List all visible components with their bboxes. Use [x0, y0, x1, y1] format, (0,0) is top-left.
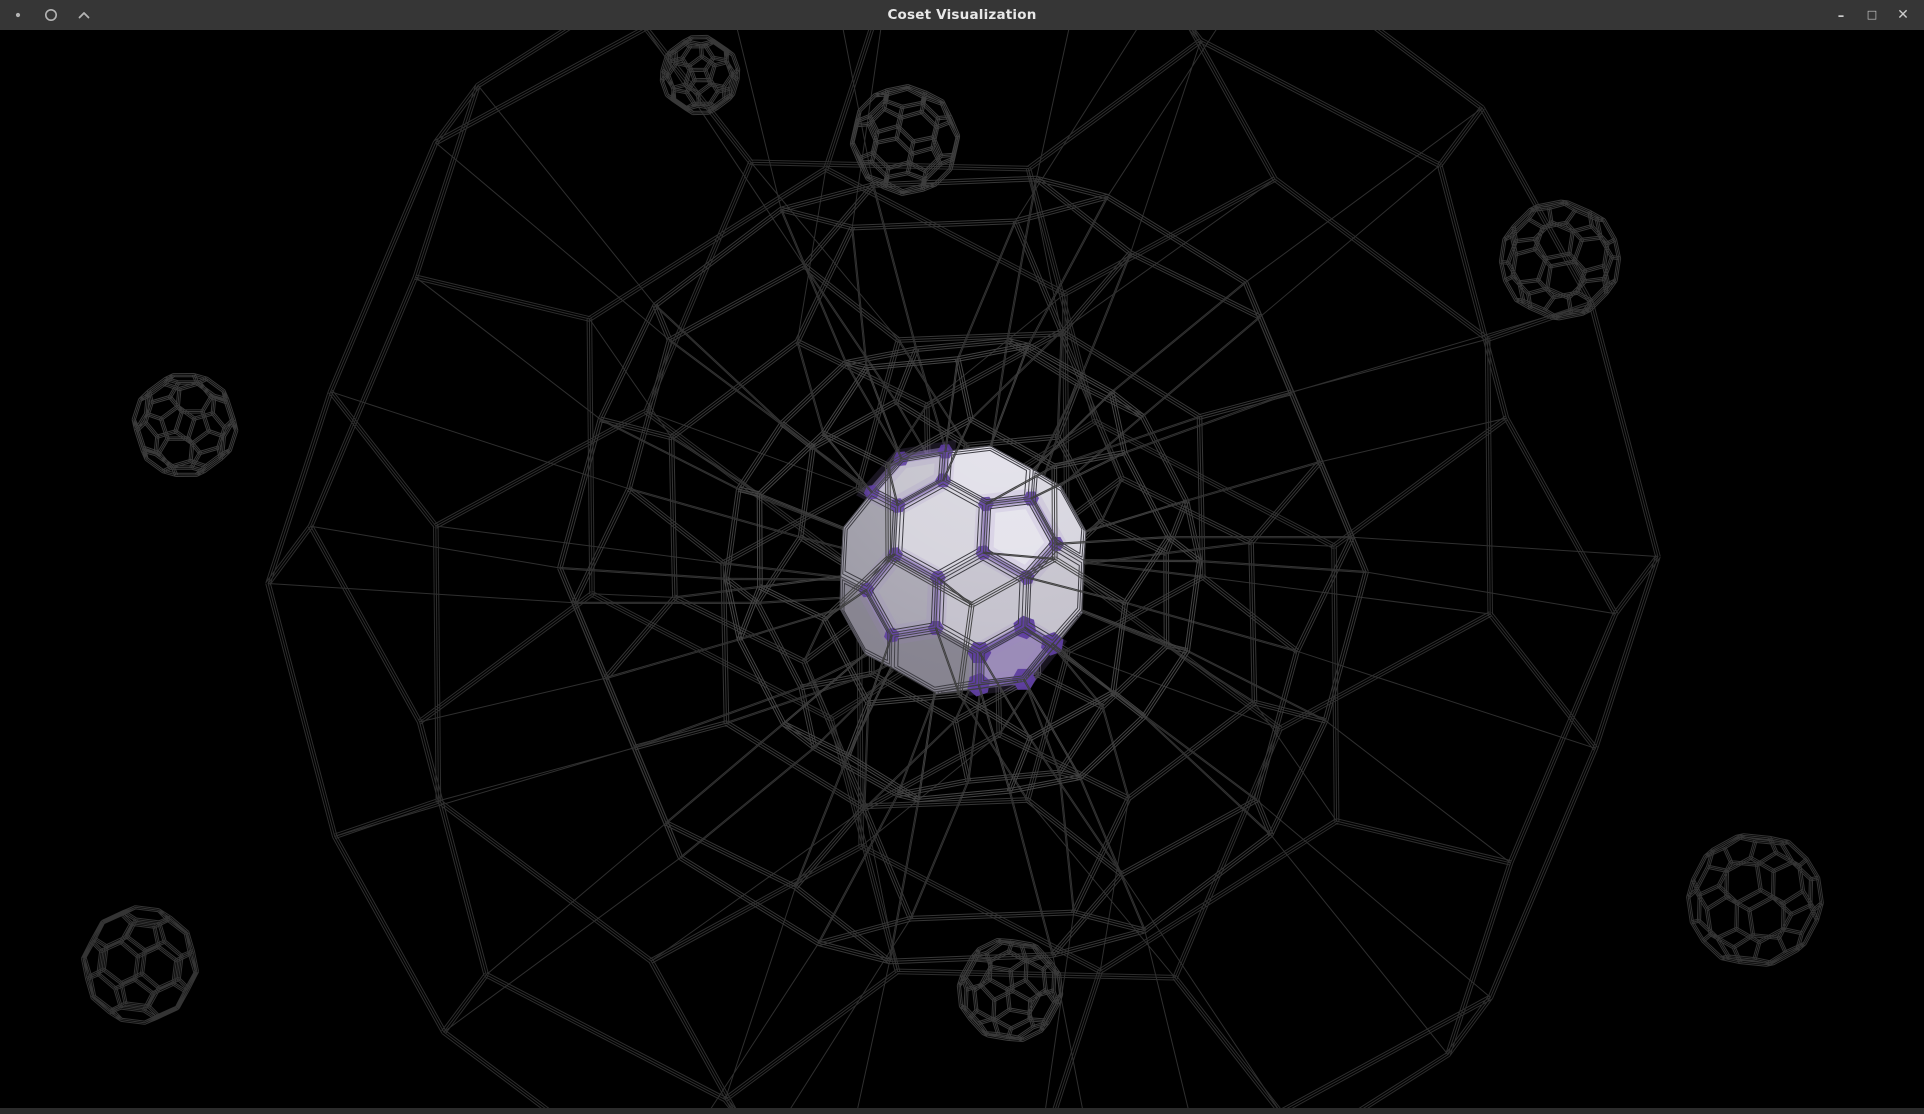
window-bottom-border [0, 1108, 1924, 1114]
minimize-button[interactable]: – [1831, 6, 1851, 28]
close-button[interactable]: ✕ [1893, 4, 1913, 26]
chevron-up-icon[interactable] [76, 7, 92, 23]
coset-visualization-viewport[interactable] [0, 30, 1924, 1108]
menu-dot-icon[interactable] [10, 7, 26, 23]
window-title: Coset Visualization [0, 7, 1924, 23]
titlebar: Coset Visualization – □ ✕ [0, 0, 1924, 30]
maximize-button[interactable]: □ [1862, 4, 1882, 26]
titlebar-left-icons [10, 0, 92, 30]
circle-icon[interactable] [43, 7, 59, 23]
window-controls: – □ ✕ [1831, 0, 1913, 30]
